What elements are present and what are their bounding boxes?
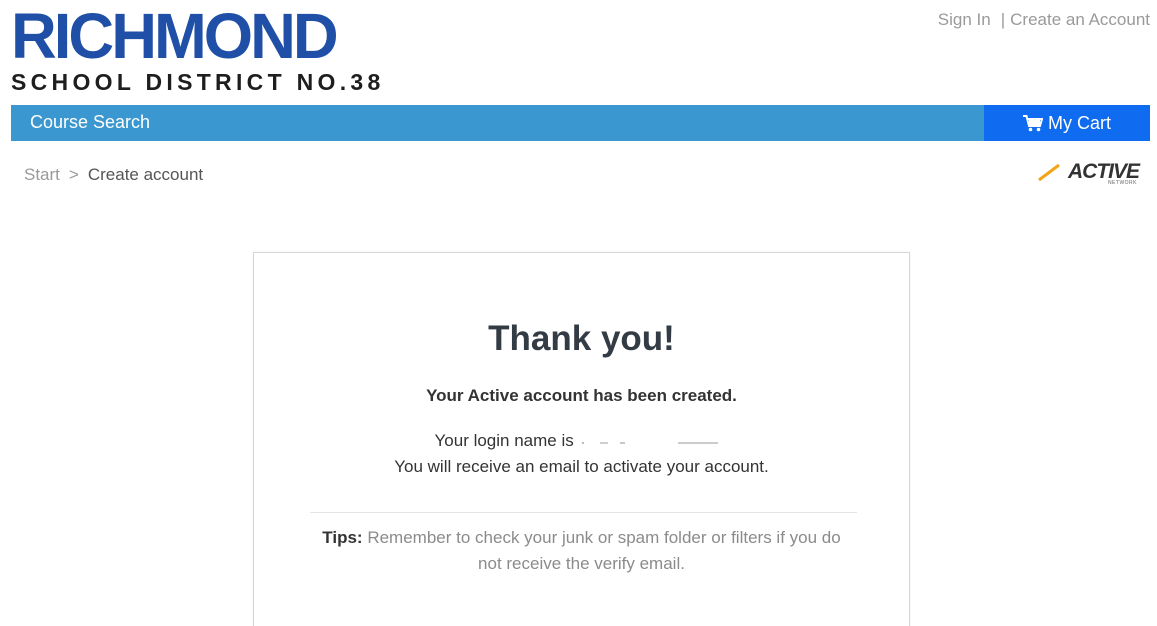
activation-message: You will receive an email to activate yo… [394, 457, 769, 476]
tips-label: Tips: [322, 528, 363, 547]
course-search-link[interactable]: Course Search [30, 112, 150, 133]
breadcrumb: Start > Create account [24, 165, 203, 185]
district-logo[interactable]: RICHMOND SCHOOL DISTRICT NO.38 [11, 0, 385, 95]
create-account-link[interactable]: Create an Account [1010, 10, 1150, 29]
cart-label: My Cart [1048, 112, 1111, 133]
redacted-login-name [578, 435, 729, 448]
breadcrumb-separator: > [68, 165, 79, 184]
thank-you-heading: Thank you! [488, 319, 675, 358]
logo-subtitle: SCHOOL DISTRICT NO.38 [11, 69, 385, 95]
page: RICHMOND SCHOOL DISTRICT NO.38 Sign In | C… [0, 0, 1157, 626]
sign-in-link[interactable]: Sign In [938, 10, 991, 29]
login-name-label: Your login name is [434, 431, 574, 450]
nav-bar: Course Search My Cart [11, 105, 1150, 141]
my-cart-button[interactable]: My Cart [984, 105, 1150, 141]
account-links: Sign In | Create an Account [938, 10, 1150, 30]
breadcrumb-start[interactable]: Start [24, 165, 60, 184]
account-created-message: Your Active account has been created. [426, 386, 737, 405]
divider [310, 512, 857, 513]
tips-message: Tips: Remember to check your junk or spa… [314, 525, 849, 577]
confirmation-card: Thank you! Your Active account has been … [253, 252, 910, 626]
tips-text: Remember to check your junk or spam fold… [367, 528, 841, 573]
active-submark: NETWORK [1107, 180, 1137, 186]
cart-icon [1023, 114, 1043, 131]
login-info: Your login name is You will receive an e… [254, 428, 909, 480]
active-network-logo: ACTIVE NETWORK [1038, 158, 1140, 190]
breadcrumb-current: Create account [87, 165, 204, 184]
logo-title: RICHMOND [11, 0, 339, 72]
link-separator: | [1000, 10, 1006, 29]
